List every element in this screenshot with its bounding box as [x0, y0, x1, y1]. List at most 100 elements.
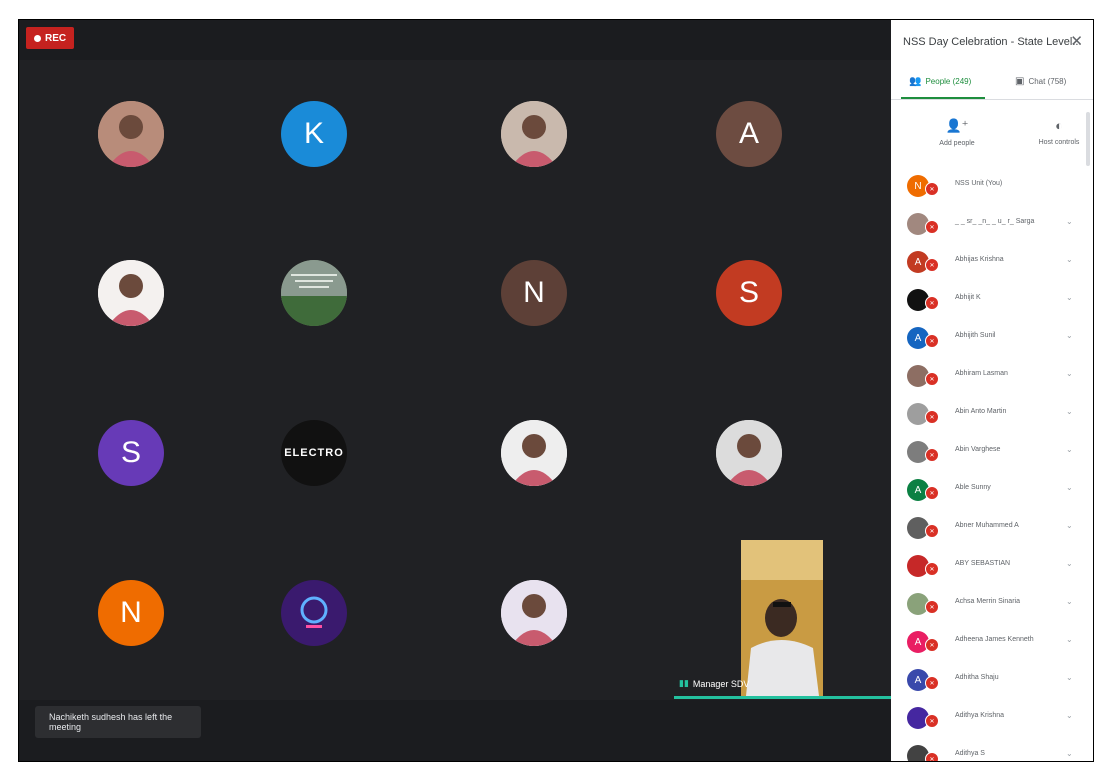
participant-tile[interactable] — [98, 101, 164, 167]
host-controls-button[interactable]: ◐ Host controls — [1029, 118, 1089, 146]
participant-name: Abner Muhammed A — [955, 522, 1019, 529]
participant-tile[interactable] — [501, 420, 567, 486]
add-people-button[interactable]: 👤⁺ Add people — [927, 118, 987, 147]
chevron-down-icon[interactable]: ⌄ — [1066, 711, 1073, 720]
participant-name: NSS Unit (You) — [955, 180, 1003, 187]
participant-name: Achsa Merrin Sinaria — [955, 598, 1020, 605]
mic-muted-icon: ✕ — [925, 182, 939, 196]
participant-name: Adheena James Kenneth — [955, 636, 1034, 643]
participant-row[interactable]: N ✕ NSS Unit (You) — [891, 168, 1093, 206]
participant-row[interactable]: A ✕ Adhitha Shaju ⌄ — [891, 662, 1093, 700]
chevron-down-icon[interactable]: ⌄ — [1066, 483, 1073, 492]
chevron-down-icon[interactable]: ⌄ — [1066, 369, 1073, 378]
participant-tile[interactable]: N — [98, 580, 164, 646]
participant-row[interactable]: ✕ Adithya Krishna ⌄ — [891, 700, 1093, 738]
logo-mark-icon — [300, 596, 328, 628]
participant-list-scrollbar[interactable] — [1086, 112, 1090, 166]
speaker-indicator-bar — [674, 696, 891, 699]
chevron-down-icon[interactable]: ⌄ — [1066, 673, 1073, 682]
tab-people-label: People (249) — [925, 77, 972, 86]
participant-name: Abhijit K — [955, 294, 981, 301]
participant-tile[interactable] — [501, 580, 567, 646]
participant-row[interactable]: ✕ Abin Varghese ⌄ — [891, 434, 1093, 472]
participant-name: Adithya Krishna — [955, 712, 1005, 719]
mic-muted-icon: ✕ — [925, 638, 939, 652]
mic-muted-icon: ✕ — [925, 752, 939, 761]
participant-tile[interactable]: S — [98, 420, 164, 486]
participant-row[interactable]: ✕ _ _ sr_ _n_ _ u_ r_ Sarga ⌄ — [891, 206, 1093, 244]
participant-row[interactable]: ✕ Adithya S ⌄ — [891, 738, 1093, 761]
record-dot-icon — [34, 34, 41, 42]
chevron-down-icon[interactable]: ⌄ — [1066, 255, 1073, 264]
participant-tile[interactable]: N — [501, 260, 567, 326]
participant-tile[interactable] — [98, 260, 164, 326]
speaker-name: Manager SDV — [692, 678, 750, 689]
recording-label: REC — [45, 32, 67, 44]
tab-people[interactable]: 👥 People (249) — [909, 76, 971, 87]
participant-tile[interactable]: ELECTRO — [281, 420, 347, 486]
video-stage: REC K A N S S ELECTRO N ▮▮ Manager SDV Nachike… — [19, 20, 891, 761]
tab-chat[interactable]: ▣ Chat (758) — [1015, 76, 1066, 87]
chevron-down-icon[interactable]: ⌄ — [1066, 559, 1073, 568]
participant-row[interactable]: ✕ Abhiram Lasman ⌄ — [891, 358, 1093, 396]
participant-name: Abhijith Sunil — [955, 332, 996, 339]
participant-name: _ _ sr_ _n_ _ u_ r_ Sarga — [955, 218, 1035, 225]
toggle-icon: ◐ — [1055, 118, 1063, 133]
chevron-down-icon[interactable]: ⌄ — [1066, 521, 1073, 530]
photo-avatar — [501, 101, 567, 167]
mic-muted-icon: ✕ — [925, 486, 939, 500]
participant-initial: N — [120, 596, 142, 629]
participant-row[interactable]: ✕ Abner Muhammed A ⌄ — [891, 510, 1093, 548]
notification-toast: Nachiketh sudhesh has left the meeting — [35, 706, 201, 738]
participant-row[interactable]: ✕ Abhijit K ⌄ — [891, 282, 1093, 320]
participant-row[interactable]: A ✕ Abhijith Sunil ⌄ — [891, 320, 1093, 358]
chevron-down-icon[interactable]: ⌄ — [1066, 635, 1073, 644]
participant-tile[interactable]: K — [281, 101, 347, 167]
tab-chat-label: Chat (758) — [1028, 77, 1067, 86]
photo-avatar — [501, 580, 567, 646]
participant-tile[interactable] — [501, 101, 567, 167]
toast-text: Nachiketh sudhesh has left the meeting — [49, 712, 173, 732]
participant-row[interactable]: ✕ Abin Anto Martin ⌄ — [891, 396, 1093, 434]
mic-muted-icon: ✕ — [925, 600, 939, 614]
people-icon: 👥 — [909, 76, 922, 87]
side-panel: NSS Day Celebration - State Level... ✕ 👥… — [891, 20, 1093, 761]
chevron-down-icon[interactable]: ⌄ — [1066, 331, 1073, 340]
participant-row[interactable]: A ✕ Abhijas Krishna ⌄ — [891, 244, 1093, 282]
panel-title: NSS Day Celebration - State Level... — [903, 36, 1082, 48]
audio-level-icon: ▮▮ — [679, 678, 689, 688]
photo-avatar — [501, 420, 567, 486]
top-bar: REC — [19, 20, 891, 60]
participant-row[interactable]: ✕ ABY SEBASTIAN ⌄ — [891, 548, 1093, 586]
participant-tile[interactable] — [716, 420, 782, 486]
participant-logo: ELECTRO — [284, 447, 344, 459]
close-icon[interactable]: ✕ — [1070, 32, 1083, 50]
participant-tile[interactable]: A — [716, 101, 782, 167]
panel-tabs: 👥 People (249) ▣ Chat (758) — [891, 68, 1093, 98]
mic-muted-icon: ✕ — [925, 524, 939, 538]
participant-tile[interactable]: S — [716, 260, 782, 326]
mic-muted-icon: ✕ — [925, 676, 939, 690]
chevron-down-icon[interactable]: ⌄ — [1066, 217, 1073, 226]
chevron-down-icon[interactable]: ⌄ — [1066, 445, 1073, 454]
add-people-label: Add people — [939, 140, 975, 147]
participant-row[interactable]: ✕ Achsa Merrin Sinaria ⌄ — [891, 586, 1093, 624]
participant-initial: S — [738, 276, 759, 309]
chevron-down-icon[interactable]: ⌄ — [1066, 407, 1073, 416]
mic-muted-icon: ✕ — [925, 334, 939, 348]
chevron-down-icon[interactable]: ⌄ — [1066, 293, 1073, 302]
chevron-down-icon[interactable]: ⌄ — [1066, 749, 1073, 758]
mic-muted-icon: ✕ — [925, 220, 939, 234]
participant-name: Abin Anto Martin — [955, 408, 1007, 415]
active-speaker-video[interactable] — [741, 540, 823, 696]
participant-tile[interactable] — [281, 260, 347, 326]
participant-name: Adithya S — [955, 750, 985, 757]
participant-name: Abhiram Lasman — [955, 370, 1008, 377]
host-controls-label: Host controls — [1038, 139, 1080, 146]
chevron-down-icon[interactable]: ⌄ — [1066, 597, 1073, 606]
participant-tile[interactable] — [281, 580, 347, 646]
mic-muted-icon: ✕ — [925, 372, 939, 386]
participant-row[interactable]: A ✕ Able Sunny ⌄ — [891, 472, 1093, 510]
participant-row[interactable]: A ✕ Adheena James Kenneth ⌄ — [891, 624, 1093, 662]
participant-name: ABY SEBASTIAN — [955, 560, 1011, 567]
